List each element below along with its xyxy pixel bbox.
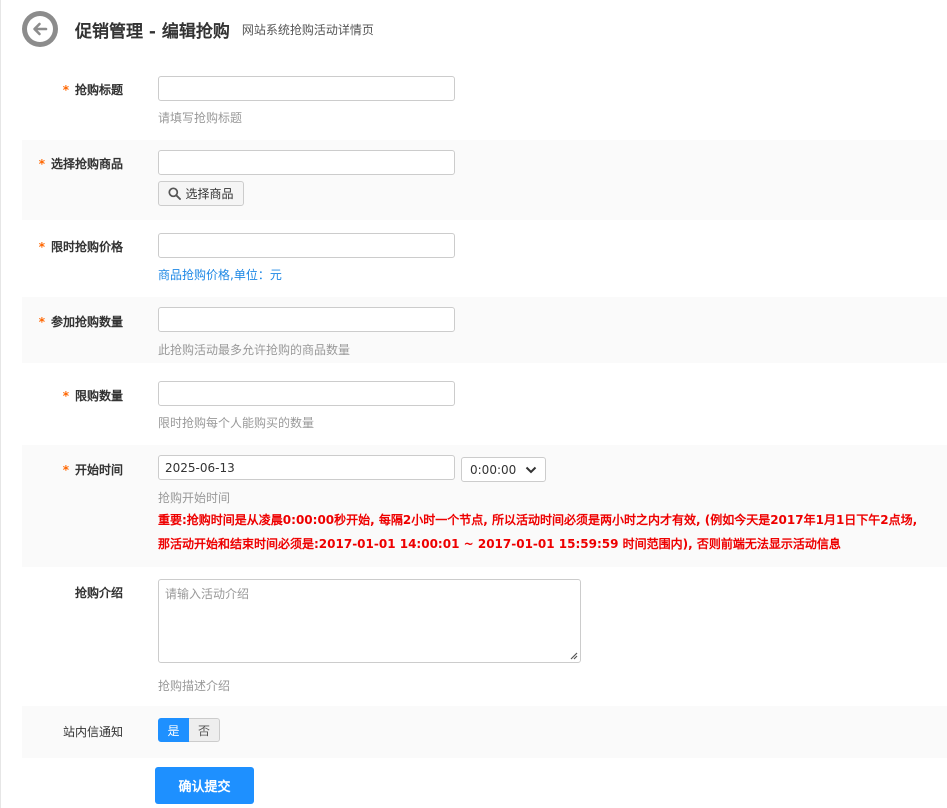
quantity-hint: 此抢购活动最多允许抢购的商品数量: [158, 343, 351, 357]
row-notify: 站内信通知 是 否: [22, 706, 947, 758]
limit-label: * 限购数量: [62, 389, 123, 403]
row-start-time: *开始时间 0:00:00 抢购开始时间 重要:抢购时间是从凌晨0:00:00秒…: [22, 445, 947, 567]
row-price: * 限时抢购价格 商品抢购价格,单位：元: [22, 223, 947, 287]
notify-no-button[interactable]: 否: [189, 718, 220, 742]
price-hint: 商品抢购价格,单位：元: [158, 268, 282, 282]
intro-hint: 抢购描述介绍: [158, 679, 231, 693]
intro-label: 抢购介绍: [74, 586, 123, 600]
row-product: * 选择抢购商品 选择商品: [22, 140, 947, 220]
title-input[interactable]: [158, 76, 455, 101]
chevron-down-icon: [525, 466, 537, 474]
intro-placeholder: 请输入活动介绍: [165, 587, 250, 601]
search-icon: [168, 187, 182, 200]
price-label: * 限时抢购价格: [38, 240, 123, 254]
start-time-select[interactable]: 0:00:00: [461, 457, 546, 482]
left-border: [0, 0, 1, 808]
page-subtitle: 网站系统抢购活动详情页: [241, 22, 374, 37]
page-title: 促销管理 - 编辑抢购: [75, 21, 230, 42]
start-time-warning-1: 重要:抢购时间是从凌晨0:00:00秒开始, 每隔2小时一个节点, 所以活动时间…: [158, 513, 918, 527]
row-limit: * 限购数量 限时抢购每个人能购买的数量: [22, 371, 947, 437]
start-time-label: * 开始时间: [62, 463, 123, 477]
back-button[interactable]: [22, 11, 58, 47]
limit-input[interactable]: [158, 381, 455, 406]
notify-label: 站内信通知: [62, 725, 123, 739]
row-intro: 抢购介绍 请输入活动介绍 抢购描述介绍: [22, 570, 947, 700]
title-label: * 抢购标题: [62, 83, 123, 97]
start-time-value: 0:00:00: [470, 462, 517, 477]
start-date-input[interactable]: [158, 455, 455, 480]
resize-grip-icon[interactable]: [568, 650, 578, 660]
quantity-input[interactable]: [158, 307, 455, 332]
select-product-button[interactable]: 选择商品: [158, 181, 244, 206]
intro-textarea[interactable]: 请输入活动介绍: [158, 579, 581, 663]
quantity-label: * 参加抢购数量: [38, 315, 123, 329]
start-time-warning-2: 那活动开始和结束时间必须是:2017-01-01 14:00:01 ~ 2017…: [158, 537, 841, 551]
product-input[interactable]: [158, 150, 455, 175]
limit-hint: 限时抢购每个人能购买的数量: [158, 416, 315, 430]
start-time-hint: 抢购开始时间: [158, 491, 231, 505]
back-arrow-icon: [27, 16, 53, 42]
row-quantity: * 参加抢购数量 此抢购活动最多允许抢购的商品数量: [22, 297, 947, 363]
product-label: * 选择抢购商品: [38, 157, 123, 171]
notify-yes-button[interactable]: 是: [158, 718, 189, 742]
notify-toggle: 是 否: [158, 718, 220, 742]
row-title: * 抢购标题 请填写抢购标题: [22, 66, 947, 130]
title-hint: 请填写抢购标题: [158, 111, 243, 125]
select-product-label: 选择商品: [185, 187, 234, 201]
page-header: 促销管理 - 编辑抢购 网站系统抢购活动详情页: [22, 11, 374, 47]
submit-button[interactable]: 确认提交: [155, 767, 254, 804]
price-input[interactable]: [158, 233, 455, 258]
